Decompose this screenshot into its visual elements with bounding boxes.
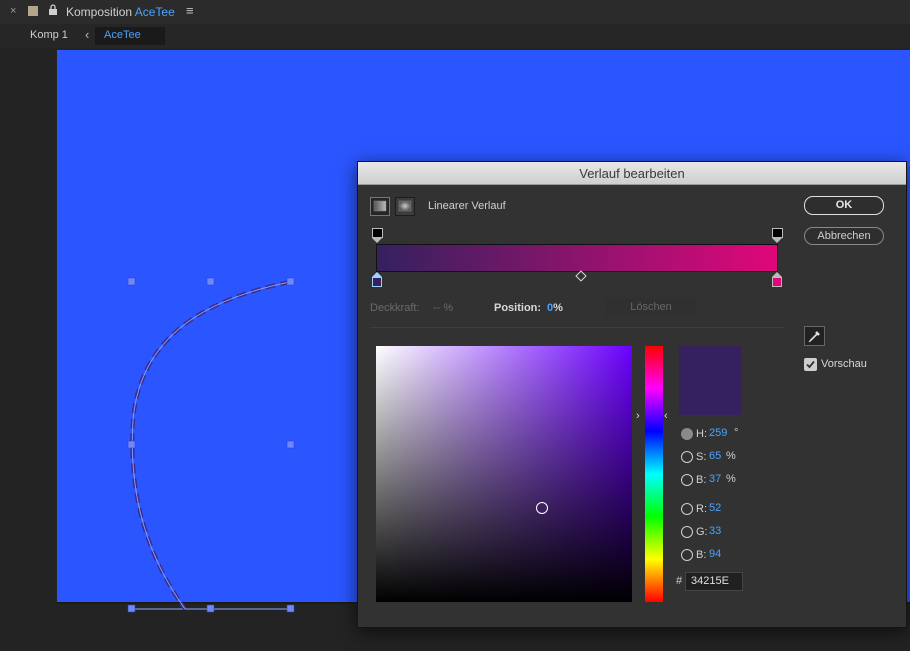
- preview-label[interactable]: Vorschau: [821, 358, 867, 370]
- saturation-unit: %: [726, 450, 736, 462]
- divider: [370, 327, 785, 328]
- checkmark-icon: [806, 360, 815, 369]
- eyedropper-button[interactable]: [804, 326, 825, 346]
- hue-unit: °: [734, 427, 739, 439]
- radio-saturation[interactable]: [681, 451, 693, 463]
- handle: [206, 604, 215, 613]
- hex-input[interactable]: 34215E: [685, 572, 743, 591]
- linear-gradient-button[interactable]: [370, 197, 390, 216]
- gradient-ramp[interactable]: [376, 244, 778, 272]
- midpoint-diamond[interactable]: [575, 270, 587, 282]
- current-color-preview: [679, 346, 741, 415]
- radio-red[interactable]: [681, 503, 693, 515]
- position-label: Position:: [494, 302, 542, 314]
- green-value[interactable]: 33: [709, 525, 721, 537]
- delete-stop-button[interactable]: Löschen: [606, 298, 696, 317]
- blue-value[interactable]: 94: [709, 548, 721, 560]
- red-label: R:: [696, 503, 707, 515]
- radio-brightness[interactable]: [681, 474, 693, 486]
- saturation-label: S:: [696, 451, 707, 463]
- dialog-title: Verlauf bearbeiten: [579, 166, 685, 181]
- radio-blue[interactable]: [681, 549, 693, 561]
- stroke-path: [130, 280, 291, 611]
- hex-hash-label: #: [676, 575, 683, 587]
- hue-slider-right-arrow-icon[interactable]: ‹: [664, 410, 668, 422]
- handle: [127, 440, 136, 449]
- red-value[interactable]: 52: [709, 502, 721, 514]
- blue-label: B:: [696, 549, 707, 561]
- brightness-value[interactable]: 37: [709, 473, 721, 485]
- handle: [127, 604, 136, 613]
- gradient-editor-dialog: Verlauf bearbeiten Linearer Verlauf OK A…: [357, 161, 907, 628]
- color-picker-marker[interactable]: [536, 502, 548, 514]
- radio-green[interactable]: [681, 526, 693, 538]
- brightness-label: B:: [696, 474, 707, 486]
- saturation-value[interactable]: 65: [709, 450, 721, 462]
- dialog-titlebar[interactable]: Verlauf bearbeiten: [358, 162, 906, 185]
- hue-value[interactable]: 259: [709, 427, 727, 439]
- hue-slider-left-arrow-icon[interactable]: ›: [636, 410, 640, 422]
- opacity-stop-left[interactable]: [372, 228, 383, 238]
- eyedropper-icon: [808, 331, 820, 343]
- ok-button[interactable]: OK: [804, 196, 884, 215]
- opacity-stop-left-pointer: [372, 238, 382, 243]
- radio-hue[interactable]: [681, 428, 693, 440]
- gradient-type-label: Linearer Verlauf: [428, 200, 506, 212]
- radial-gradient-icon: [398, 200, 412, 212]
- opacity-stop-right[interactable]: [772, 228, 783, 238]
- color-stop-left[interactable]: [372, 277, 382, 287]
- green-label: G:: [696, 526, 708, 538]
- color-stop-right[interactable]: [772, 277, 782, 287]
- handle: [286, 440, 295, 449]
- handle: [286, 604, 295, 613]
- radial-gradient-button[interactable]: [395, 197, 415, 216]
- opacity-label: Deckkraft:: [370, 302, 420, 314]
- handle: [127, 277, 136, 286]
- hue-slider[interactable]: [645, 346, 663, 602]
- opacity-stop-right-pointer: [772, 238, 782, 243]
- handle: [206, 277, 215, 286]
- position-value[interactable]: 0%: [547, 302, 563, 314]
- handle: [286, 277, 295, 286]
- hue-label: H:: [696, 428, 707, 440]
- opacity-value[interactable]: -- %: [433, 302, 453, 314]
- preview-checkbox[interactable]: [804, 358, 817, 371]
- brightness-unit: %: [726, 473, 736, 485]
- position-unit: %: [553, 302, 563, 314]
- linear-gradient-icon: [373, 200, 387, 212]
- saturation-brightness-field[interactable]: [376, 346, 632, 602]
- cancel-button[interactable]: Abbrechen: [804, 227, 884, 245]
